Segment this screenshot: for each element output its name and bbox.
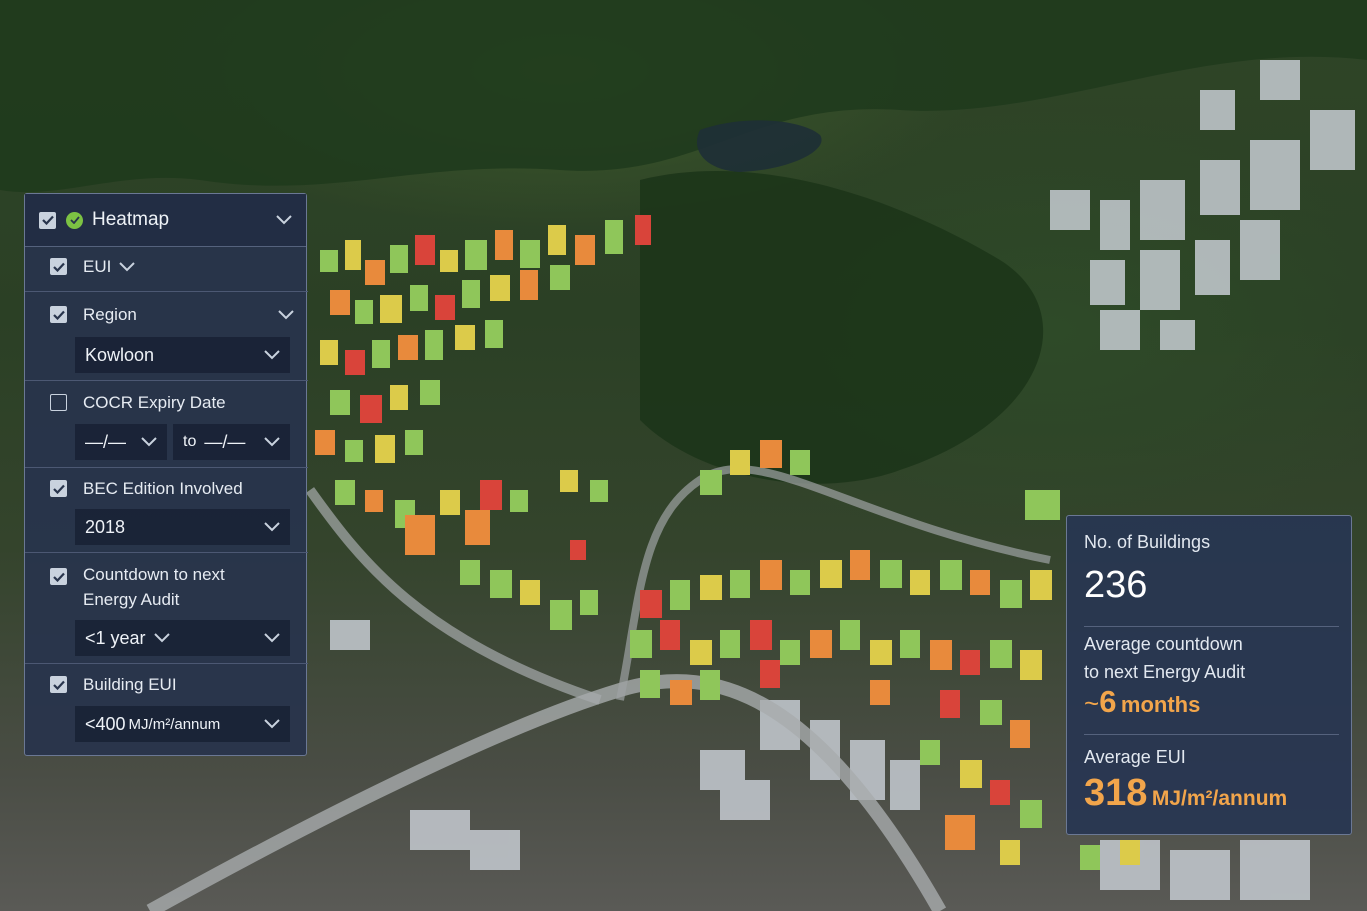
building-eui-checkbox[interactable] xyxy=(50,676,67,693)
countdown-avg-label-line1: Average countdown xyxy=(1084,634,1243,654)
check-icon xyxy=(41,215,54,225)
countdown-avg-label: Average countdown to next Energy Audit xyxy=(1084,630,1245,686)
bec-value: 2018 xyxy=(85,516,126,537)
eui-checkbox[interactable] xyxy=(50,258,67,275)
countdown-avg-value: ~6 months xyxy=(1084,684,1200,720)
buildings-label: No. of Buildings xyxy=(1084,532,1211,552)
chevron-down-icon xyxy=(153,633,170,643)
check-icon xyxy=(52,680,65,690)
countdown-avg-number: 6 xyxy=(1099,684,1117,719)
stats-panel: No. of Buildings 236 Average countdown t… xyxy=(1066,515,1352,835)
countdown-select[interactable]: <1 year xyxy=(75,620,290,656)
chevron-down-icon[interactable] xyxy=(276,215,292,225)
chevron-down-icon xyxy=(264,350,280,360)
heatmap-checkbox[interactable] xyxy=(39,211,56,229)
heatmap-buildings xyxy=(315,215,651,555)
avg-eui-number: 318 xyxy=(1084,772,1148,814)
cocr-from-select[interactable]: —/— xyxy=(75,424,167,460)
heatmap-buildings xyxy=(460,440,1140,870)
countdown-value: <1 year xyxy=(85,627,146,648)
cocr-row[interactable]: COCR Expiry Date xyxy=(25,390,308,415)
building-eui-value: <400 xyxy=(85,713,126,734)
building-eui-row[interactable]: Building EUI xyxy=(25,672,308,697)
chevron-down-icon xyxy=(141,437,157,447)
chevron-down-icon[interactable] xyxy=(278,309,294,320)
check-icon xyxy=(52,310,65,320)
heatmap-header[interactable]: Heatmap xyxy=(25,194,306,247)
building-eui-select[interactable]: <400 MJ/m²/annum xyxy=(75,706,290,742)
buildings-value: 236 xyxy=(1084,564,1148,606)
avg-eui-unit: MJ/m²/annum xyxy=(1151,787,1288,810)
countdown-label-line2: Energy Audit xyxy=(83,590,180,609)
countdown-checkbox[interactable] xyxy=(50,568,67,585)
countdown-avg-prefix: ~ xyxy=(1084,688,1100,718)
cocr-to-select[interactable]: to —/— xyxy=(173,424,290,460)
check-icon xyxy=(52,262,65,272)
countdown-label-line1: Countdown to next xyxy=(83,565,225,584)
cocr-from-value: —/— xyxy=(85,431,127,452)
chevron-down-icon[interactable] xyxy=(119,261,136,272)
bec-row[interactable]: BEC Edition Involved xyxy=(25,476,308,501)
cocr-to-label: to xyxy=(183,433,197,450)
building-eui-unit: MJ/m²/annum xyxy=(128,715,221,733)
heatmap-title: Heatmap xyxy=(92,209,170,230)
countdown-label: Countdown to next Energy Audit xyxy=(83,562,225,612)
bec-select[interactable]: 2018 xyxy=(75,509,290,545)
cocr-to-value: —/— xyxy=(204,431,246,452)
cocr-label: COCR Expiry Date xyxy=(83,393,226,412)
check-icon xyxy=(52,572,65,582)
region-select[interactable]: Kowloon xyxy=(75,337,290,373)
countdown-avg-unit: months xyxy=(1120,692,1201,717)
chevron-down-icon xyxy=(264,522,280,532)
status-check-icon xyxy=(66,211,83,229)
avg-eui-label: Average EUI xyxy=(1084,747,1186,767)
countdown-avg-label-line2: to next Energy Audit xyxy=(1084,662,1246,682)
bec-label: BEC Edition Involved xyxy=(83,479,243,498)
eui-row[interactable]: EUI xyxy=(25,254,308,279)
avg-eui-value: 318 MJ/m²/annum xyxy=(1084,772,1287,815)
chevron-down-icon xyxy=(264,633,280,643)
countdown-row[interactable]: Countdown to next Energy Audit xyxy=(25,562,308,612)
filter-panel: Heatmap EUI Region Kowloon COCR Expiry D… xyxy=(24,193,308,756)
region-label: Region xyxy=(83,305,137,324)
building-cluster xyxy=(1050,60,1355,350)
chevron-down-icon xyxy=(264,719,280,729)
region-value: Kowloon xyxy=(85,344,155,365)
cocr-checkbox[interactable] xyxy=(50,394,67,411)
eui-label: EUI xyxy=(83,257,112,276)
chevron-down-icon xyxy=(264,437,280,447)
check-icon xyxy=(52,484,65,494)
region-checkbox[interactable] xyxy=(50,306,67,323)
region-row[interactable]: Region xyxy=(25,302,308,327)
bec-checkbox[interactable] xyxy=(50,480,67,497)
building-eui-label: Building EUI xyxy=(83,675,177,694)
